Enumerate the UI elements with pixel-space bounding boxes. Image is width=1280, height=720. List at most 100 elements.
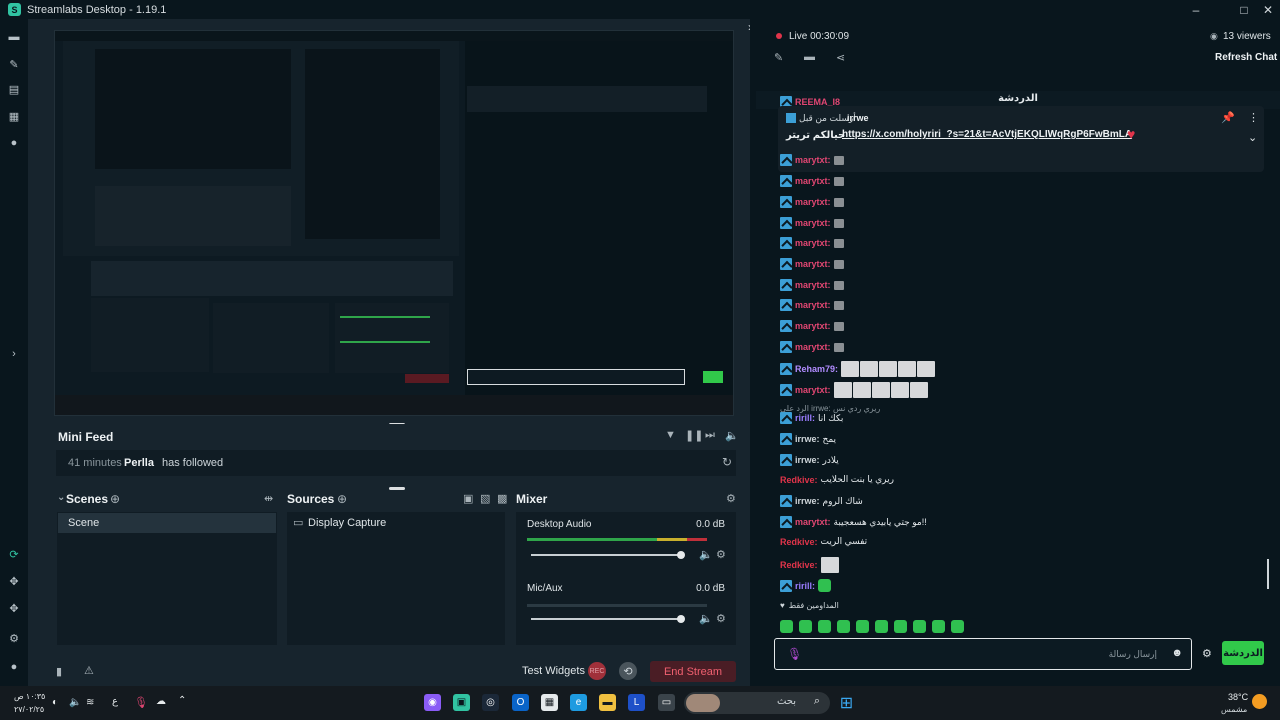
clip-icon[interactable]: ▬	[804, 51, 815, 63]
focus-icon[interactable]: ◐	[52, 697, 58, 708]
chat-username[interactable]: Redkive:	[780, 537, 818, 547]
expand-nav-icon[interactable]: ›	[7, 347, 21, 361]
chat-username[interactable]: marytxt:	[795, 280, 831, 290]
maximize-button[interactable]: □	[1233, 0, 1255, 19]
chat-username[interactable]: ririll:	[795, 413, 815, 423]
chat-username[interactable]: marytxt:	[795, 321, 831, 331]
app-l-icon[interactable]: L	[628, 694, 645, 711]
chat-username[interactable]: marytxt:	[795, 176, 831, 186]
add-scene-icon[interactable]: ⊕	[110, 492, 120, 506]
weather-temp[interactable]: 38°C	[1228, 692, 1248, 702]
more-options-icon[interactable]: ⋮	[1248, 111, 1259, 124]
chat-username[interactable]: marytxt:	[795, 155, 831, 165]
user-icon[interactable]: ●	[7, 660, 21, 674]
chat-username[interactable]: marytxt:	[795, 517, 831, 527]
file-explorer-icon[interactable]: ▬	[599, 694, 616, 711]
pinned-user[interactable]: irrwe	[847, 113, 869, 123]
play-icon[interactable]: ●	[7, 136, 21, 150]
volume-slider[interactable]	[531, 618, 683, 620]
close-button[interactable]: ✕	[1257, 0, 1279, 19]
speaker-icon[interactable]: 🔈	[699, 612, 713, 625]
language-indicator[interactable]: ع	[112, 696, 118, 707]
mic-icon[interactable]: 🎙	[787, 647, 802, 661]
taskbar-date[interactable]: ٢٧/٠٢/٢٥	[14, 705, 44, 714]
volume-icon[interactable]: 🔈	[725, 429, 739, 442]
source-tool-1-icon[interactable]: ▣	[463, 492, 473, 505]
store-icon[interactable]: ▤	[7, 82, 21, 96]
source-item[interactable]: Display Capture	[308, 517, 386, 529]
chat-username[interactable]: irrwe:	[795, 496, 820, 506]
chat-settings-icon[interactable]: ⚙	[1202, 647, 1212, 660]
wifi-icon[interactable]: ≋	[86, 697, 94, 708]
event-user[interactable]: Perlla	[124, 457, 154, 469]
share-icon[interactable]: ⋖	[836, 51, 845, 64]
channel-settings-icon[interactable]: ⚙	[716, 612, 726, 625]
test-widgets-button[interactable]: Test Widgets	[522, 665, 585, 677]
chat-username[interactable]: marytxt:	[795, 238, 831, 248]
replay-buffer-icon[interactable]: ⟲	[619, 662, 637, 680]
chat-username[interactable]: ririll:	[795, 581, 815, 591]
chat-input[interactable]: 🎙 إرسال رسالة ☻	[774, 638, 1192, 670]
layout-icon[interactable]: ▦	[7, 109, 21, 123]
chat-username[interactable]: marytxt:	[795, 218, 831, 228]
chat-scrollbar[interactable]	[1267, 559, 1269, 589]
end-stream-button[interactable]: End Stream	[650, 661, 736, 682]
pinned-link[interactable]: https://x.com/holyriri_?s=21&t=AcVtjEKQL…	[842, 129, 1132, 140]
scenes-collapse-icon[interactable]: ⌄	[57, 492, 65, 503]
stream-preview[interactable]	[54, 30, 734, 416]
chat-username[interactable]: marytxt:	[795, 197, 831, 207]
transition-icon[interactable]: ⇹	[264, 492, 273, 505]
channel-settings-icon[interactable]: ⚙	[716, 548, 726, 561]
chat-username[interactable]: marytxt:	[795, 300, 831, 310]
resize-handle-icon[interactable]	[389, 487, 405, 490]
minimize-button[interactable]: –	[1185, 0, 1207, 19]
app-window-icon[interactable]: ▭	[658, 694, 675, 711]
chat-username[interactable]: marytxt:	[795, 259, 831, 269]
volume-tray-icon[interactable]: 🔈	[69, 697, 81, 708]
editor-icon[interactable]: ▬	[7, 30, 21, 44]
weather-desc[interactable]: مشمس	[1221, 705, 1247, 714]
edit-stream-icon[interactable]: ✎	[774, 51, 783, 64]
mixer-settings-icon[interactable]: ⚙	[726, 492, 736, 505]
highlighter-icon[interactable]: ✥	[7, 601, 21, 615]
edge-icon[interactable]: e	[570, 694, 587, 711]
speaker-icon[interactable]: 🔈	[699, 548, 713, 561]
taskbar-time[interactable]: ١٠:٣٥ ص	[14, 692, 45, 701]
settings-icon[interactable]: ⚙	[7, 631, 21, 645]
expand-pinned-icon[interactable]: ⌄	[1248, 131, 1257, 144]
apps-icon[interactable]: ✥	[7, 574, 21, 588]
performance-icon[interactable]: ▮	[56, 665, 62, 678]
source-tool-3-icon[interactable]: ▩	[497, 492, 507, 505]
chat-username[interactable]: marytxt:	[795, 385, 831, 395]
volume-slider[interactable]	[531, 554, 683, 556]
chat-username[interactable]: Redkive:	[780, 475, 818, 485]
steam-icon[interactable]: ◎	[482, 694, 499, 711]
record-button[interactable]: REC	[588, 662, 606, 680]
chat-username[interactable]: Redkive:	[780, 560, 818, 570]
store-taskbar-icon[interactable]: ▦	[541, 694, 558, 711]
sun-icon[interactable]	[1252, 694, 1267, 709]
source-tool-2-icon[interactable]: ▧	[480, 492, 490, 505]
add-source-icon[interactable]: ⊕	[337, 492, 347, 506]
streamlabs-taskbar-icon[interactable]: ▣	[453, 694, 470, 711]
volume-slider-knob[interactable]	[677, 551, 685, 559]
alert-icon[interactable]: ⚠	[84, 664, 94, 677]
themes-icon[interactable]: ✎	[7, 57, 21, 71]
volume-slider-knob[interactable]	[677, 615, 685, 623]
onedrive-icon[interactable]: ☁	[156, 696, 166, 707]
chat-username[interactable]: Reham79:	[795, 364, 838, 374]
filter-icon[interactable]: ▼	[665, 429, 676, 441]
skip-icon[interactable]: ⏭	[705, 429, 715, 442]
mic-tray-icon[interactable]: 🎙	[134, 696, 148, 709]
taskbar-search[interactable]: بحث ⌕	[684, 692, 830, 714]
discord-icon[interactable]: ◉	[424, 694, 441, 711]
chat-send-button[interactable]: الدردشة	[1222, 641, 1264, 665]
refresh-feed-icon[interactable]: ↻	[722, 455, 732, 469]
studio-mode-icon[interactable]: ⟳	[7, 547, 21, 561]
emoji-icon[interactable]: ☻	[1171, 647, 1183, 659]
outlook-icon[interactable]: O	[512, 694, 529, 711]
windows-start-icon[interactable]: ⊞	[838, 694, 855, 712]
pause-icon[interactable]: ❚❚	[685, 429, 703, 442]
refresh-chat-button[interactable]: Refresh Chat	[1215, 52, 1277, 63]
chat-username[interactable]: irrwe:	[795, 455, 820, 465]
